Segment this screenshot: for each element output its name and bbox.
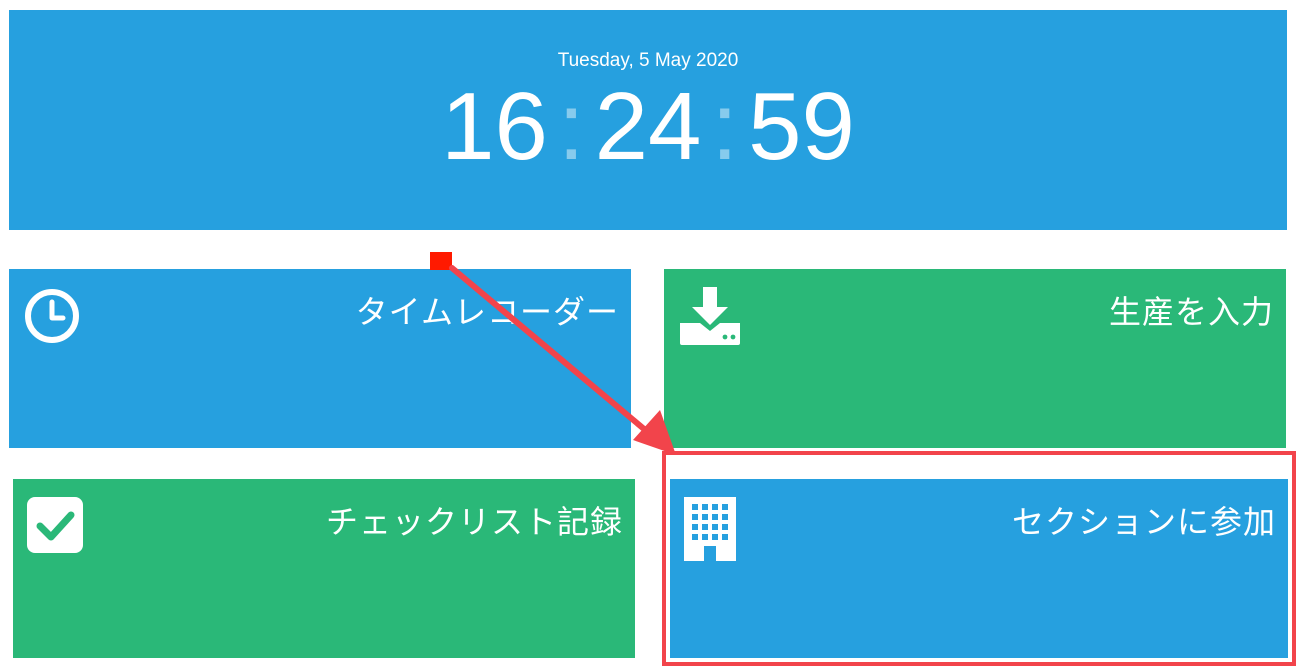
checkbox-icon bbox=[27, 497, 85, 559]
clock-separator: : bbox=[557, 73, 585, 180]
enter-production-tile[interactable]: 生産を入力 bbox=[664, 269, 1286, 448]
download-icon bbox=[678, 287, 742, 349]
checklist-record-tile[interactable]: チェックリスト記録 bbox=[13, 479, 635, 658]
current-date: Tuesday, 5 May 2020 bbox=[557, 50, 739, 71]
clock-separator: : bbox=[711, 73, 739, 180]
clock-seconds: 59 bbox=[748, 73, 855, 180]
click-marker bbox=[430, 252, 452, 270]
time-recorder-tile[interactable]: タイムレコーダー bbox=[9, 269, 631, 448]
clock-hours: 16 bbox=[441, 73, 548, 180]
tile-label: チェックリスト記録 bbox=[325, 503, 623, 541]
highlight-box bbox=[662, 451, 1296, 666]
tile-label: タイムレコーダー bbox=[355, 293, 619, 331]
clock-header: Tuesday, 5 May 2020 16 : 24 : 59 bbox=[9, 10, 1287, 230]
clock-minutes: 24 bbox=[594, 73, 702, 180]
digital-clock: 16 : 24 : 59 bbox=[9, 72, 1287, 182]
tile-label: 生産を入力 bbox=[1108, 293, 1274, 331]
clock-icon bbox=[23, 287, 81, 349]
